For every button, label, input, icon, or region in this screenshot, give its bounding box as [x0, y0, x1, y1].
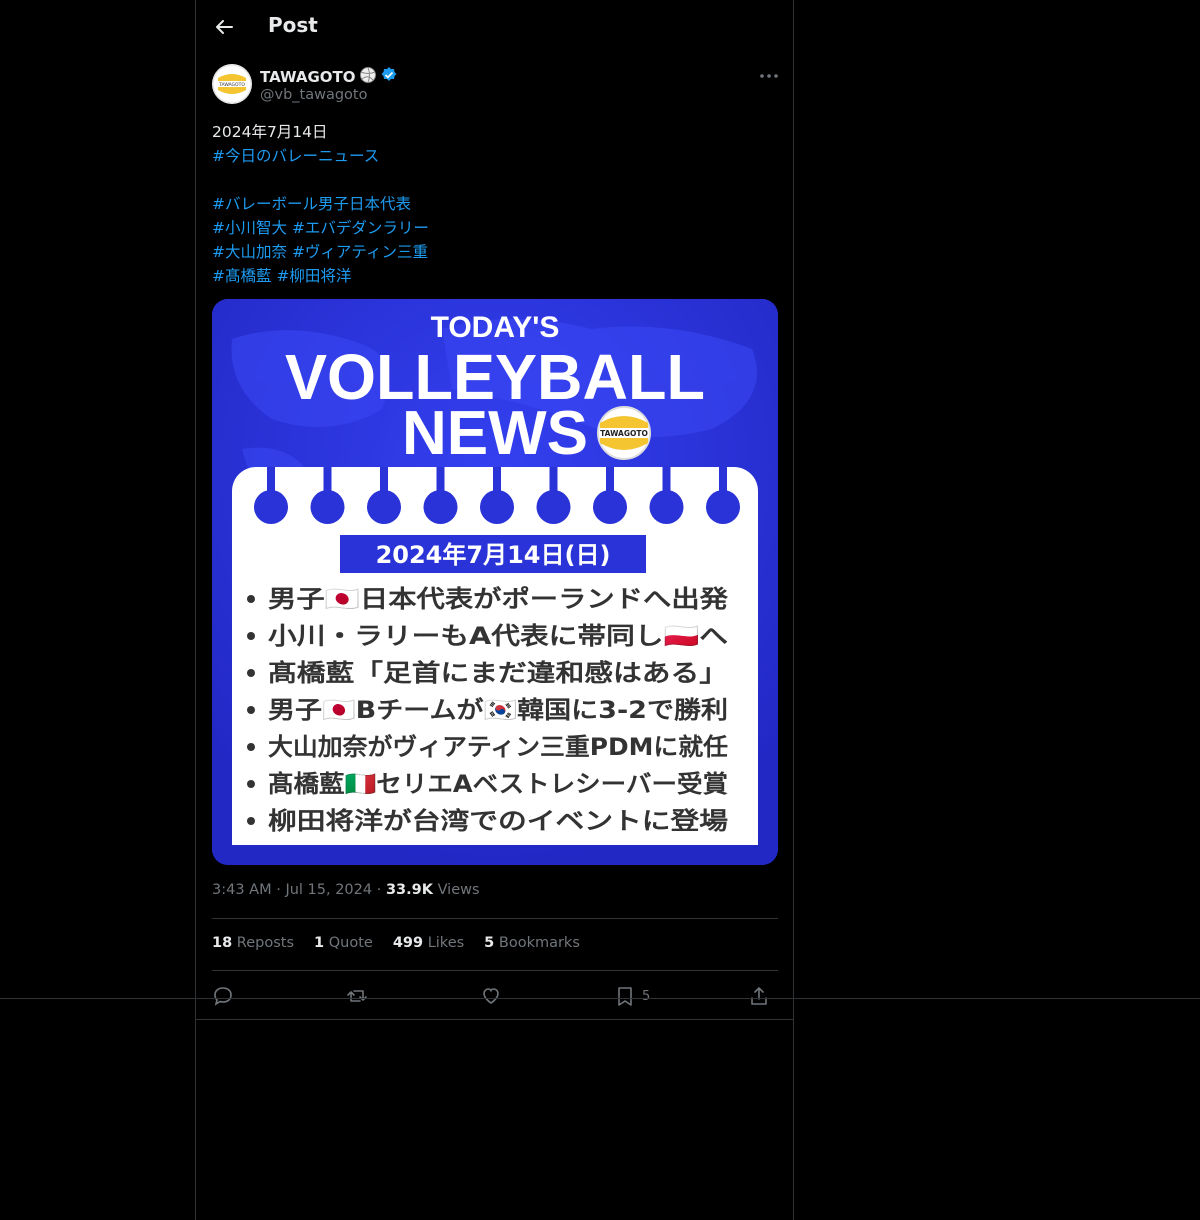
hashtag-link[interactable]: #バレーボール男子日本代表: [212, 195, 411, 213]
more-options-icon[interactable]: [756, 66, 782, 86]
calendar-hole-icon: [254, 490, 288, 524]
stat-quotes[interactable]: 1 Quote: [314, 935, 373, 951]
author-handle[interactable]: @vb_tawagoto: [260, 87, 367, 103]
stat-likes[interactable]: 499 Likes: [393, 935, 464, 951]
divider: [212, 970, 778, 971]
hashtag-link[interactable]: #ヴィアティン三重: [292, 243, 428, 261]
avatar-label: TAWAGOTO: [218, 82, 245, 88]
post-header: Post: [196, 0, 795, 54]
share-icon: [751, 987, 767, 1005]
hashtag-link[interactable]: #大山加奈: [212, 243, 287, 261]
engagement-stats: 18 Reposts 1 Quote 499 Likes 5 Bookmarks: [212, 935, 580, 951]
divider: [195, 1019, 794, 1020]
hashtag-line: #大山加奈 #ヴィアティン三重: [212, 240, 772, 264]
back-arrow-icon[interactable]: [210, 12, 238, 42]
news-card-image[interactable]: TODAY'S VOLLEYBALL NEWS TAWAGOTO 2024年7月…: [212, 299, 778, 865]
tweet-text: 2024年7月14日 #今日のバレーニュース #バレーボール男子日本代表 #小川智…: [212, 120, 772, 288]
hashtag-block: #今日のバレーニュース #バレーボール男子日本代表 #小川智大 #エバデダンラリー…: [212, 144, 772, 288]
card-title-todays: TODAY'S: [431, 311, 560, 344]
tawagoto-ball-logo-icon: TAWAGOTO: [597, 406, 651, 460]
bullet-icon: [247, 817, 255, 825]
reply-icon: [214, 987, 232, 1006]
meta-separator: ·: [276, 882, 281, 898]
volleyball-icon: [359, 66, 377, 88]
calendar-hole-icon: [536, 490, 571, 524]
news-item: 柳田将洋が台湾でのイベントに登場: [268, 807, 728, 835]
repost-button[interactable]: [346, 982, 368, 1010]
news-item: 男子🇯🇵Bチームが🇰🇷韓国に3-2で勝利: [268, 696, 728, 724]
post-meta: 3:43 AM · Jul 15, 2024 · 33.9K Views: [212, 882, 480, 898]
avatar[interactable]: TAWAGOTO: [212, 64, 252, 104]
author-name[interactable]: TAWAGOTO: [260, 66, 398, 88]
bullet-icon: [247, 780, 255, 788]
like-button[interactable]: [480, 982, 502, 1010]
bullet-icon: [247, 595, 255, 603]
hashtag-link[interactable]: #エバデダンラリー: [292, 219, 429, 237]
bookmark-count: 5: [642, 988, 651, 1004]
news-item: 髙橋藍「足首にまだ違和感はある」: [268, 659, 728, 687]
post-time[interactable]: 3:43 AM: [212, 882, 272, 898]
stat-bookmarks[interactable]: 5 Bookmarks: [484, 935, 580, 951]
news-item: 髙橋藍🇮🇹セリエAベストレシーバー受賞: [268, 770, 728, 798]
bookmark-button[interactable]: 5: [614, 982, 650, 1010]
hashtag-link[interactable]: #髙橋藍: [212, 267, 272, 285]
repost-icon: [347, 990, 367, 1002]
divider: [212, 918, 778, 919]
reply-button[interactable]: [212, 982, 234, 1010]
bullet-icon: [247, 706, 255, 714]
bullet-icon: [247, 743, 255, 751]
hashtag-link[interactable]: #柳田将洋: [276, 267, 351, 285]
hashtag-line: #今日のバレーニュース: [212, 144, 772, 168]
verified-badge-icon: [380, 66, 398, 88]
hashtag-line: [212, 168, 772, 192]
calendar-hole-icon: [480, 490, 514, 524]
calendar-hole-icon: [593, 490, 627, 524]
news-item: 小川・ラリーもA代表に帯同し🇵🇱へ: [268, 622, 728, 650]
card-badge-text: TAWAGOTO: [600, 429, 648, 438]
post-date[interactable]: Jul 15, 2024: [285, 882, 372, 898]
views-label: Views: [437, 882, 480, 898]
calendar-hole-icon: [423, 490, 458, 524]
calendar-hole-icon: [649, 490, 684, 524]
bookmark-icon: [618, 987, 632, 1006]
timeline-column: Post TAWAGOTO TAWAGOTO @vb_tawagoto 2024…: [195, 0, 794, 1220]
meta-separator: ·: [376, 882, 382, 898]
bullet-icon: [247, 632, 255, 640]
news-item: 大山加奈がヴィアティン三重PDMに就任: [268, 733, 728, 761]
card-title-news: NEWS: [402, 399, 588, 468]
share-button[interactable]: [748, 982, 770, 1010]
page-guide-line: [0, 998, 1200, 999]
hashtag-link[interactable]: #小川智大: [212, 219, 287, 237]
calendar-hole-icon: [706, 490, 740, 524]
heart-icon: [483, 988, 499, 1004]
author-name-text: TAWAGOTO: [260, 68, 356, 86]
hashtag-line: #髙橋藍 #柳田将洋: [212, 264, 772, 288]
views-count: 33.9K: [385, 882, 433, 898]
page-title: Post: [268, 13, 318, 37]
bullet-icon: [247, 669, 255, 677]
tweet-date-line: 2024年7月14日: [212, 123, 328, 141]
stat-reposts[interactable]: 18 Reposts: [212, 935, 294, 951]
calendar-hole-icon: [310, 490, 345, 524]
action-bar: 5: [212, 982, 778, 1010]
hashtag-line: #バレーボール男子日本代表: [212, 192, 772, 216]
news-item: 男子🇯🇵日本代表がポーランドへ出発: [268, 585, 729, 613]
hashtag-link[interactable]: #今日のバレーニュース: [212, 147, 379, 165]
hashtag-line: #小川智大 #エバデダンラリー: [212, 216, 772, 240]
card-date: 2024年7月14日(日): [376, 541, 611, 569]
calendar-hole-icon: [367, 490, 401, 524]
